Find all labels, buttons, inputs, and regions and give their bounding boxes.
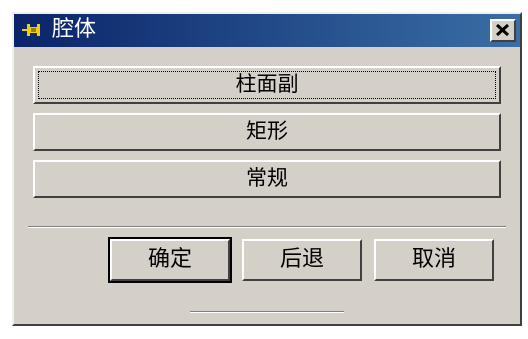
resize-grip bbox=[190, 311, 344, 313]
window-title: 腔体 bbox=[52, 17, 97, 42]
general-option-button[interactable]: 常规 bbox=[33, 160, 501, 198]
cylindrical-option-button[interactable]: 柱面副 bbox=[33, 66, 501, 104]
ok-button[interactable]: 确定 bbox=[108, 237, 232, 283]
cavity-dialog: 腔体 柱面副 矩形 常规 确定 后退 取消 bbox=[12, 12, 522, 326]
separator bbox=[28, 226, 506, 228]
close-button[interactable] bbox=[490, 19, 516, 42]
pin-icon bbox=[22, 22, 42, 38]
cancel-button[interactable]: 取消 bbox=[374, 239, 494, 281]
back-button[interactable]: 后退 bbox=[242, 239, 362, 281]
rectangular-option-button[interactable]: 矩形 bbox=[33, 113, 501, 151]
close-icon bbox=[495, 23, 510, 37]
title-bar[interactable]: 腔体 bbox=[14, 14, 520, 47]
